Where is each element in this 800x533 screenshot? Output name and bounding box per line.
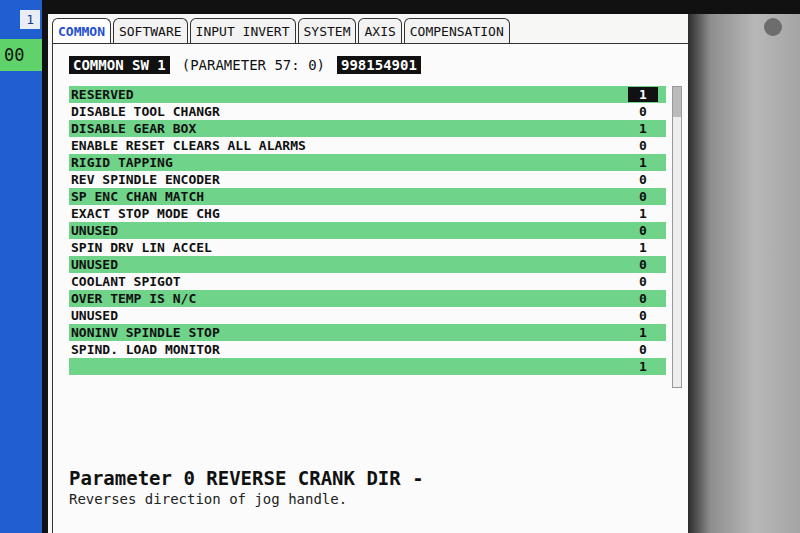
tab[interactable]: SOFTWARE <box>113 18 188 43</box>
spacer <box>69 388 688 467</box>
bit-value[interactable]: 1 <box>628 325 658 340</box>
bit-label: RESERVED <box>69 87 134 102</box>
bit-row[interactable]: SPIND. LOAD MONITOR 0 <box>69 341 666 358</box>
tab[interactable]: COMMON <box>52 18 111 43</box>
steel-housing <box>688 14 800 533</box>
bit-label: RIGID TAPPING <box>69 155 173 170</box>
bit-value[interactable]: 0 <box>628 172 658 187</box>
help-title: Parameter 0 REVERSE CRANK DIR - <box>69 467 688 489</box>
bit-row[interactable]: ENABLE RESET CLEARS ALL ALARMS 0 <box>69 137 666 154</box>
bit-row[interactable]: RESERVED 1 <box>69 86 666 103</box>
side-value: 00 <box>0 39 42 71</box>
side-panel: 1 00 <box>0 0 42 533</box>
bit-value[interactable]: 0 <box>628 342 658 357</box>
bit-label: UNUSED <box>69 223 118 238</box>
bit-list: RESERVED1DISABLE TOOL CHANGR0DISABLE GEA… <box>69 86 666 388</box>
screw-icon <box>764 18 782 36</box>
tab[interactable]: INPUT INVERT <box>190 18 296 43</box>
help-area: Parameter 0 REVERSE CRANK DIR - Reverses … <box>69 467 688 533</box>
bit-row[interactable]: DISABLE GEAR BOX 1 <box>69 120 666 137</box>
bit-value[interactable]: 0 <box>628 138 658 153</box>
tab[interactable]: AXIS <box>358 18 401 43</box>
bit-row[interactable]: NONINV SPINDLE STOP 1 <box>69 324 666 341</box>
bit-row[interactable]: OVER TEMP IS N/C 0 <box>69 290 666 307</box>
bit-label: COOLANT SPIGOT <box>69 274 181 289</box>
control-screen-photo: 100COMMONSOFTWAREINPUT INVERTSYSTEMAXISC… <box>0 0 800 533</box>
bit-value[interactable]: 1 <box>628 121 658 136</box>
bit-value[interactable]: 0 <box>628 104 658 119</box>
scroll-thumb[interactable] <box>673 87 681 117</box>
bit-value[interactable]: 1 <box>628 359 658 374</box>
bit-row[interactable]: UNUSED 0 <box>69 222 666 239</box>
bit-label: DISABLE GEAR BOX <box>69 121 196 136</box>
bit-row[interactable]: REV SPINDLE ENCODER 0 <box>69 171 666 188</box>
bit-row[interactable]: UNUSED 0 <box>69 256 666 273</box>
bit-label: SPIN DRV LIN ACCEL <box>69 240 212 255</box>
bit-row[interactable]: DISABLE TOOL CHANGR 0 <box>69 103 666 120</box>
tab[interactable]: COMPENSATION <box>404 18 510 43</box>
screen: COMMONSOFTWAREINPUT INVERTSYSTEMAXISCOMP… <box>48 14 688 533</box>
bit-value[interactable]: 0 <box>628 223 658 238</box>
bit-value[interactable]: 1 <box>628 206 658 221</box>
bit-row[interactable]: UNUSED 0 <box>69 307 666 324</box>
bit-value[interactable]: 0 <box>628 274 658 289</box>
bit-value[interactable]: 1 <box>628 155 658 170</box>
bit-label: OVER TEMP IS N/C <box>69 291 196 306</box>
bit-row[interactable]: RIGID TAPPING 1 <box>69 154 666 171</box>
bit-value[interactable]: 0 <box>628 189 658 204</box>
tab-bar: COMMONSOFTWAREINPUT INVERTSYSTEMAXISCOMP… <box>52 18 688 43</box>
bit-label: ENABLE RESET CLEARS ALL ALARMS <box>69 138 306 153</box>
group-title: COMMON SW 1 <box>69 56 170 74</box>
bit-label: REV SPINDLE ENCODER <box>69 172 220 187</box>
bit-row[interactable]: EXACT STOP MODE CHG 1 <box>69 205 666 222</box>
bit-value[interactable]: 0 <box>628 308 658 323</box>
bit-label: UNUSED <box>69 257 118 272</box>
parameter-panel: COMMON SW 1 (PARAMETER 57: 0) 998154901 RES… <box>52 43 688 533</box>
parameter-body: RESERVED1DISABLE TOOL CHANGR0DISABLE GEA… <box>69 86 688 388</box>
parameter-header: COMMON SW 1 (PARAMETER 57: 0) 998154901 <box>69 56 688 74</box>
side-tab[interactable]: 1 <box>20 10 40 29</box>
bit-label: UNUSED <box>69 308 118 323</box>
side-fill <box>0 71 42 533</box>
parameter-value: 998154901 <box>337 56 421 74</box>
bit-label: EXACT STOP MODE CHG <box>69 206 220 221</box>
bit-label: DISABLE TOOL CHANGR <box>69 104 220 119</box>
bit-label: SP ENC CHAN MATCH <box>69 189 204 204</box>
bit-row[interactable]: COOLANT SPIGOT 0 <box>69 273 666 290</box>
bit-row[interactable]: 1 <box>69 358 666 375</box>
bit-label: SPIND. LOAD MONITOR <box>69 342 220 357</box>
parameter-number: (PARAMETER 57: 0) <box>182 57 325 73</box>
help-text: Reverses direction of jog handle. <box>69 491 688 507</box>
bit-row[interactable]: SP ENC CHAN MATCH 0 <box>69 188 666 205</box>
scrollbar[interactable] <box>672 86 682 388</box>
bit-value[interactable]: 1 <box>628 240 658 255</box>
bit-label: NONINV SPINDLE STOP <box>69 325 220 340</box>
tab[interactable]: SYSTEM <box>298 18 357 43</box>
bit-value[interactable]: 0 <box>628 291 658 306</box>
bit-value[interactable]: 0 <box>628 257 658 272</box>
screen-bezel: COMMONSOFTWAREINPUT INVERTSYSTEMAXISCOMP… <box>42 0 800 533</box>
bit-value[interactable]: 1 <box>628 87 658 102</box>
bit-row[interactable]: SPIN DRV LIN ACCEL 1 <box>69 239 666 256</box>
